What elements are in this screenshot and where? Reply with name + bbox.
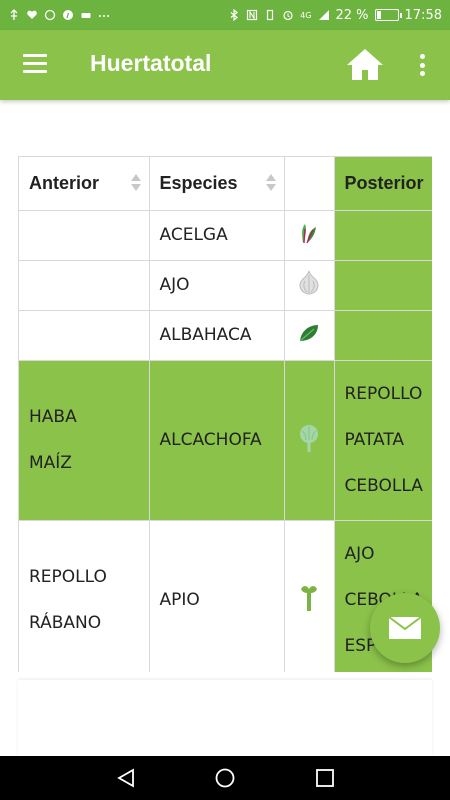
header-especies-label: Especies xyxy=(159,172,238,193)
status-bar-right: 4G 22 % 17:58 xyxy=(228,8,442,23)
mail-icon[interactable] xyxy=(370,593,440,663)
header-posterior[interactable]: Posterior xyxy=(334,157,432,211)
posterior-cell xyxy=(334,210,432,261)
anterior-cell xyxy=(19,210,150,261)
whatsapp-icon xyxy=(44,9,56,21)
anterior-item: MAÍZ xyxy=(29,453,72,473)
nfc-icon xyxy=(247,9,258,21)
alarm-icon xyxy=(283,10,293,21)
pinterest-icon xyxy=(63,10,73,20)
app-bar: Huertatotal xyxy=(0,30,450,100)
vibrate-icon xyxy=(267,9,274,21)
bluetooth-icon xyxy=(230,9,239,21)
signal-icon xyxy=(318,10,329,20)
car-icon xyxy=(81,13,91,18)
garlic-icon xyxy=(284,260,335,311)
posterior-cell: REPOLLO PATATA CEBOLLA xyxy=(334,360,432,521)
especie-cell: AJO xyxy=(149,260,285,311)
status-time: 17:58 xyxy=(404,7,442,23)
posterior-cell xyxy=(334,260,432,311)
posterior-item: CEBOLLA xyxy=(344,476,423,496)
app-title: Huertatotal xyxy=(90,50,212,76)
back-icon[interactable] xyxy=(116,768,136,788)
battery-icon xyxy=(374,9,402,21)
header-anterior[interactable]: Anterior xyxy=(19,157,150,211)
status-bar-left xyxy=(8,9,110,21)
posterior-item: AJO xyxy=(344,544,375,564)
table-row[interactable]: REPOLLO RÁBANO APIO AJO CEBOLLA ESP xyxy=(19,520,432,672)
posterior-item: REPOLLO xyxy=(344,384,423,404)
more-dots-icon xyxy=(99,15,109,17)
home-icon[interactable] xyxy=(345,45,385,85)
header-anterior-label: Anterior xyxy=(29,172,100,193)
anterior-item: HABA xyxy=(29,407,77,427)
table-row[interactable]: ALBAHACA xyxy=(19,310,432,361)
artichoke-icon xyxy=(284,360,335,521)
hamburger-icon[interactable] xyxy=(23,54,47,74)
posterior-cell xyxy=(334,310,432,361)
battery-level xyxy=(376,11,382,19)
bottom-card xyxy=(18,680,432,756)
especie-cell: ACELGA xyxy=(149,210,285,261)
especie-cell: ALCACHOFA xyxy=(149,360,285,521)
recents-icon[interactable] xyxy=(315,768,335,788)
table-row[interactable]: ACELGA xyxy=(19,210,432,261)
posterior-item: PATATA xyxy=(344,430,405,450)
basil-icon xyxy=(284,310,335,361)
chard-icon xyxy=(284,210,335,261)
usb-icon xyxy=(10,9,18,20)
anterior-cell: REPOLLO RÁBANO xyxy=(19,520,150,672)
battery-percent: 22 % xyxy=(335,7,369,23)
header-especies[interactable]: Especies xyxy=(149,157,285,211)
anterior-cell xyxy=(19,310,150,361)
table-header-row: Anterior Especies Posterior xyxy=(19,157,432,211)
crop-rotation-table[interactable]: Anterior Especies Posterior ACELGA AJO A… xyxy=(18,156,432,672)
table-row[interactable]: HABA MAÍZ ALCACHOFA REPOLLO PATATA CEBOL… xyxy=(19,360,432,521)
navigation-bar xyxy=(0,756,450,800)
network-type: 4G xyxy=(300,10,312,20)
anterior-item: RÁBANO xyxy=(29,613,102,633)
especie-cell: ALBAHACA xyxy=(149,310,285,361)
more-vert-icon[interactable] xyxy=(412,51,432,79)
anterior-item: REPOLLO xyxy=(29,567,107,587)
header-icon-column xyxy=(284,157,335,211)
header-posterior-label: Posterior xyxy=(344,172,424,193)
sort-icon[interactable] xyxy=(265,174,276,194)
status-bar: 4G 22 % 17:58 xyxy=(0,0,450,30)
nav-home-icon[interactable] xyxy=(215,768,235,788)
anterior-cell xyxy=(19,260,150,311)
anterior-cell: HABA MAÍZ xyxy=(19,360,150,521)
heart-icon xyxy=(27,10,37,19)
celery-icon xyxy=(284,520,335,672)
sort-icon[interactable] xyxy=(130,174,141,194)
table-row[interactable]: AJO xyxy=(19,260,432,311)
especie-cell: APIO xyxy=(149,520,285,672)
